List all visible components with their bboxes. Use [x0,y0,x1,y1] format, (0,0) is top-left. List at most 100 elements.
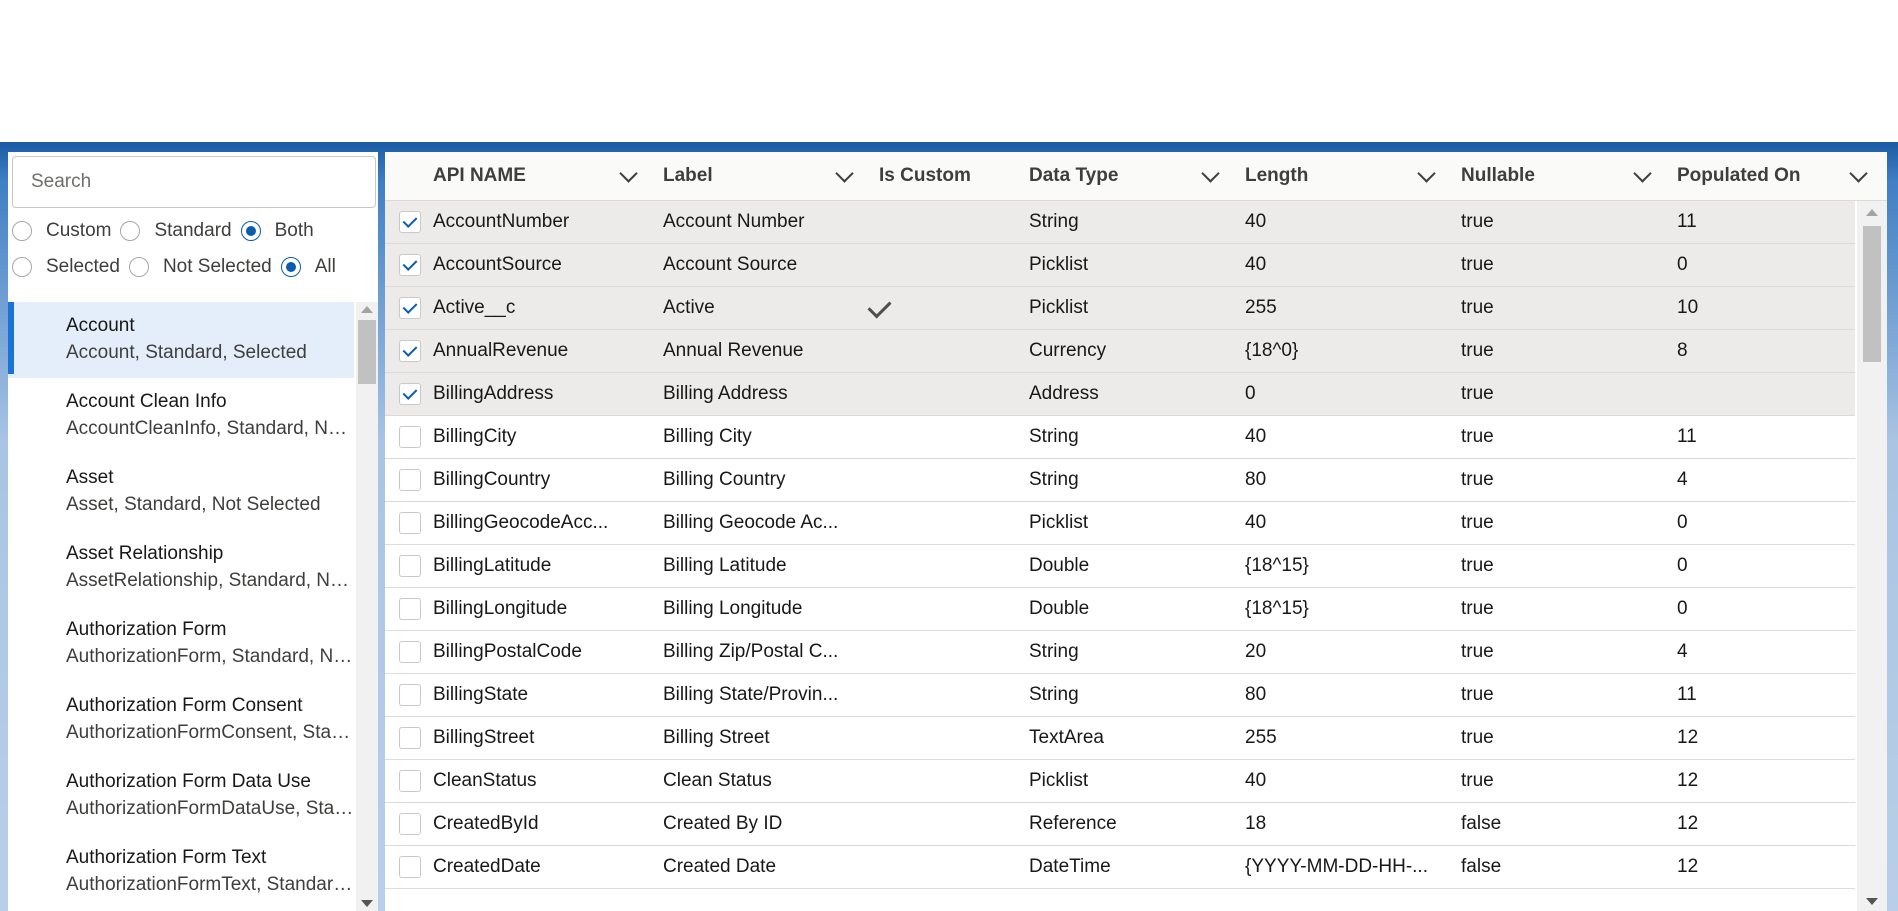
chevron-down-icon[interactable] [835,164,854,183]
table-row[interactable]: BillingCity Billing City String 40 true 11 [385,416,1855,459]
column-header[interactable]: Populated On [1677,152,1801,200]
object-list-item[interactable]: Authorization Form AuthorizationForm, Sta… [8,606,354,682]
column-header[interactable]: Length [1245,152,1308,200]
chevron-down-icon[interactable] [619,164,638,183]
object-list-item[interactable]: Authorization Form Consent AuthorizationF… [8,682,354,758]
search-input[interactable] [12,156,376,208]
row-checkbox[interactable] [399,254,421,276]
radio-selected[interactable]: Selected [12,256,120,278]
table-row[interactable]: BillingLatitude Billing Latitude Double {18… [385,545,1855,588]
table-header: API NAME Label Is Custom Data Type Length Nul… [385,152,1887,201]
table-scrollbar[interactable] [1857,201,1887,911]
row-checkbox[interactable] [399,340,421,362]
radio-custom-circle[interactable] [12,221,32,241]
row-checkbox[interactable] [399,555,421,577]
radio-both-circle[interactable] [240,221,261,241]
scroll-up-arrow-icon[interactable] [361,306,373,313]
table-row[interactable]: CleanStatus Clean Status Picklist 40 true 12 [385,760,1855,803]
row-checkbox[interactable] [399,598,421,620]
column-header[interactable]: Data Type [1029,152,1118,200]
data-type-cell: Picklist [1029,254,1089,275]
table-row[interactable]: AccountSource Account Source Picklist 40 tru… [385,244,1855,287]
populated-on-cell: 12 [1677,856,1699,877]
row-checkbox[interactable] [399,813,421,835]
chevron-down-icon[interactable] [1201,164,1220,183]
scrollbar-thumb[interactable] [358,320,376,384]
object-description: AccountCleanInfo, Standard, Not Selected [66,418,354,439]
table-row[interactable]: AnnualRevenue Annual Revenue Currency {18^0… [385,330,1855,373]
radio-custom[interactable]: Custom [12,220,111,242]
row-checkbox[interactable] [399,727,421,749]
scrollbar-thumb[interactable] [1863,226,1881,362]
row-checkbox[interactable] [399,383,421,405]
object-list-scrollbar[interactable] [356,302,378,911]
chevron-down-icon[interactable] [1417,164,1436,183]
chevron-down-icon[interactable] [1633,164,1652,183]
nullable-cell: true [1461,770,1494,791]
chevron-down-icon[interactable] [1849,164,1868,183]
table-body: AccountNumber Account Number String 40 true 1… [385,201,1855,911]
populated-on-cell: 11 [1677,426,1697,447]
table-row[interactable]: BillingAddress Billing Address Address 0 tru… [385,373,1855,416]
column-header[interactable]: Is Custom [879,152,971,200]
object-list-item[interactable]: Account Account, Standard, Selected [8,302,354,378]
object-name: Authorization Form [66,619,227,640]
object-list: Account Account, Standard, Selected Accoun… [8,302,354,911]
table-row[interactable]: CreatedById Created By ID Reference 18 false… [385,803,1855,846]
object-list-item[interactable]: Authorization Form Text AuthorizationForm… [8,834,354,910]
table-row[interactable]: Active__c Active Picklist 255 true 10 [385,287,1855,330]
row-checkbox[interactable] [399,770,421,792]
data-type-cell: Currency [1029,340,1107,361]
radio-all[interactable]: All [280,256,336,278]
radio-selected-label: Selected [46,256,120,277]
populated-on-cell [1677,373,1827,415]
object-list-item[interactable]: Asset Asset, Standard, Not Selected [8,454,354,530]
row-checkbox[interactable] [399,297,421,319]
column-header[interactable]: API NAME [433,152,526,200]
row-checkbox[interactable] [399,426,421,448]
object-list-item[interactable]: Account Clean Info AccountCleanInfo, Stan… [8,378,354,454]
length-cell: {18^15} [1245,598,1309,619]
object-list-item[interactable]: Authorization Form Data Use Authorization… [8,758,354,834]
table-row[interactable]: BillingLongitude Billing Longitude Double {… [385,588,1855,631]
table-row[interactable]: CreatedDate Created Date DateTime {YYYY-MM-… [385,846,1855,889]
label-cell: Annual Revenue [663,340,804,361]
radio-both[interactable]: Both [240,220,314,242]
table-row[interactable]: BillingGeocodeAcc... Billing Geocode Ac..… [385,502,1855,545]
row-checkbox[interactable] [399,469,421,491]
radio-selected-circle[interactable] [12,257,32,277]
radio-not-selected-circle[interactable] [128,257,149,277]
object-list-item[interactable]: Asset Relationship AssetRelationship, Sta… [8,530,354,606]
row-checkbox[interactable] [399,684,421,706]
radio-standard-circle[interactable] [120,221,141,241]
row-checkbox[interactable] [399,856,421,878]
length-cell: 40 [1245,770,1267,791]
nullable-cell: true [1461,469,1494,490]
table-row[interactable]: BillingPostalCode Billing Zip/Postal C...… [385,631,1855,674]
column-header[interactable]: Label [663,152,713,200]
api-name-cell: BillingLatitude [433,555,552,576]
column-header[interactable]: Nullable [1461,152,1535,200]
data-type-cell: TextArea [1029,727,1104,748]
data-type-cell: Picklist [1029,770,1089,791]
nullable-cell: true [1461,598,1494,619]
data-type-cell: String [1029,211,1079,232]
row-checkbox[interactable] [399,512,421,534]
object-description: AuthorizationForm, Standard, Not Selecte… [66,646,354,667]
data-type-cell: Picklist [1029,512,1089,533]
radio-standard[interactable]: Standard [120,220,232,242]
api-name-cell: CreatedById [433,813,539,834]
scroll-down-arrow-icon[interactable] [361,900,373,907]
scroll-down-arrow-icon[interactable] [1866,898,1878,905]
table-row[interactable]: AccountNumber Account Number String 40 true 1… [385,201,1855,244]
scroll-up-arrow-icon[interactable] [1866,209,1878,216]
radio-all-circle[interactable] [280,257,301,277]
radio-not-selected[interactable]: Not Selected [128,256,272,278]
api-name-cell: BillingCountry [433,469,551,490]
row-checkbox[interactable] [399,641,421,663]
table-row[interactable]: BillingCountry Billing Country String 80 tru… [385,459,1855,502]
table-row[interactable]: BillingStreet Billing Street TextArea 255 tr… [385,717,1855,760]
label-cell: Created Date [663,856,777,877]
row-checkbox[interactable] [399,211,421,233]
table-row[interactable]: BillingState Billing State/Provin... Strin… [385,674,1855,717]
